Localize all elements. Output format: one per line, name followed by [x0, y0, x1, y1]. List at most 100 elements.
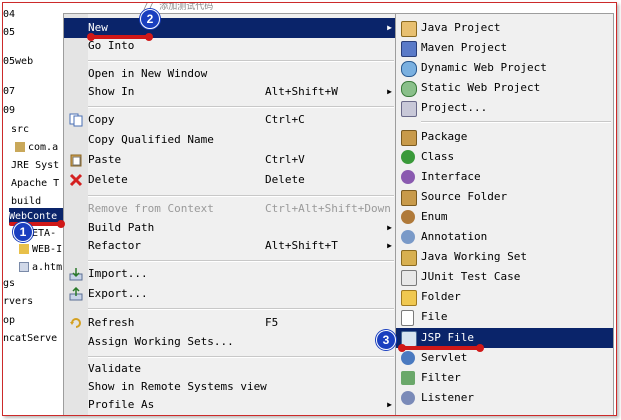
annotation-dot	[476, 344, 484, 352]
servlet-icon	[401, 351, 415, 365]
tree-item[interactable]: JRE Syst	[11, 157, 59, 174]
copy-icon	[69, 113, 83, 127]
export-icon	[69, 286, 83, 301]
source-folder-icon	[401, 190, 417, 206]
menu-separator	[421, 121, 611, 123]
menu-item-refactor[interactable]: Refactor Alt+Shift+T ▶	[64, 236, 396, 256]
submenu-item-interface[interactable]: Interface	[396, 167, 613, 187]
menu-item-copy-qualified-name[interactable]: Copy Qualified Name	[64, 130, 396, 150]
screenshot-frame: // 添加测试代码 04 05 05web 07 09 src com.a JR…	[2, 2, 617, 416]
annotation-dot	[145, 33, 153, 41]
html-file-icon	[19, 262, 29, 272]
menu-separator	[88, 308, 394, 310]
package-icon	[15, 142, 25, 152]
menu-item-validate[interactable]: Validate	[64, 359, 396, 379]
submenu-item-java-project[interactable]: Java Project	[396, 18, 613, 38]
maven-project-icon	[401, 41, 417, 57]
annotation-icon	[401, 230, 415, 244]
junit-icon	[401, 270, 417, 286]
submenu-item-file[interactable]: File	[396, 307, 613, 327]
tree-item[interactable]: Apache T	[11, 175, 59, 192]
submenu-arrow-icon: ▶	[387, 23, 392, 32]
submenu-item-listener[interactable]: Listener	[396, 388, 613, 408]
submenu-item-java-working-set[interactable]: Java Working Set	[396, 247, 613, 267]
paste-icon	[69, 153, 83, 167]
submenu-arrow-icon: ▶	[387, 223, 392, 232]
refresh-icon	[69, 316, 83, 330]
step-2-badge: 2	[140, 9, 160, 29]
class-icon	[401, 150, 415, 164]
menu-item-paste[interactable]: Paste Ctrl+V	[64, 150, 396, 170]
submenu-item-enum[interactable]: Enum	[396, 207, 613, 227]
submenu-item-filter[interactable]: Filter	[396, 368, 613, 388]
editor-text-fragment: // 添加测试代码	[143, 3, 214, 11]
package-icon	[401, 130, 417, 146]
submenu-item-jsp-file[interactable]: JSP File	[396, 328, 613, 348]
menu-item-build-path[interactable]: Build Path ▶	[64, 218, 396, 238]
menu-item-profile-as[interactable]: Profile As ▶	[64, 395, 396, 415]
menu-item-copy[interactable]: Copy Ctrl+C	[64, 110, 396, 130]
submenu-arrow-icon: ▶	[387, 241, 392, 250]
menu-separator	[88, 106, 394, 108]
menu-item-show-in[interactable]: Show In Alt+Shift+W ▶	[64, 82, 396, 102]
menu-item-open-in-new-window[interactable]: Open in New Window	[64, 64, 396, 84]
submenu-item-junit-test-case[interactable]: JUnit Test Case	[396, 267, 613, 287]
interface-icon	[401, 170, 415, 184]
new-submenu: Java Project Maven Project Dynamic Web P…	[395, 13, 614, 415]
tree-item[interactable]: 05	[3, 24, 15, 41]
tree-item[interactable]: rvers	[3, 293, 33, 310]
submenu-item-annotation[interactable]: Annotation	[396, 227, 613, 247]
folder-icon	[19, 244, 29, 254]
step-1-badge: 1	[13, 222, 33, 242]
tree-item[interactable]: a.htm	[19, 259, 62, 276]
enum-icon	[401, 210, 415, 224]
submenu-arrow-icon: ▶	[387, 87, 392, 96]
menu-item-show-in-remote-systems-view[interactable]: Show in Remote Systems view	[64, 377, 396, 397]
submenu-item-folder[interactable]: Folder	[396, 287, 613, 307]
menu-item-go-into[interactable]: Go Into	[64, 36, 396, 56]
menu-separator	[88, 260, 394, 262]
tree-item[interactable]: 09	[3, 102, 15, 119]
submenu-item-maven-project[interactable]: Maven Project	[396, 38, 613, 58]
working-set-icon	[401, 250, 417, 266]
menu-item-assign-working-sets[interactable]: Assign Working Sets...	[64, 332, 396, 352]
file-icon	[401, 310, 414, 326]
menu-item-refresh[interactable]: Refresh F5	[64, 313, 396, 333]
delete-icon	[69, 173, 83, 187]
tree-item[interactable]: com.a	[15, 139, 58, 156]
step-3-badge: 3	[376, 330, 396, 350]
submenu-item-package[interactable]: Package	[396, 127, 613, 147]
import-icon	[69, 267, 83, 281]
annotation-dot	[57, 220, 65, 228]
tree-item[interactable]: 07	[3, 83, 15, 100]
annotation-dot	[398, 344, 406, 352]
menu-item-export[interactable]: Export...	[64, 284, 396, 304]
static-web-project-icon	[401, 81, 417, 97]
dynamic-web-project-icon	[401, 61, 417, 77]
menu-separator	[88, 356, 394, 358]
tree-item[interactable]: 05web	[3, 53, 33, 70]
project-icon	[401, 101, 417, 117]
menu-item-delete[interactable]: Delete Delete	[64, 170, 396, 190]
menu-item-import[interactable]: Import...	[64, 264, 396, 284]
annotation-dot	[87, 33, 95, 41]
submenu-item-class[interactable]: Class	[396, 147, 613, 167]
tree-item[interactable]: src	[11, 121, 29, 138]
submenu-item-dynamic-web-project[interactable]: Dynamic Web Project	[396, 58, 613, 78]
tree-item[interactable]: ncatServe	[3, 330, 57, 347]
tree-item[interactable]: 04	[3, 6, 15, 23]
submenu-item-source-folder[interactable]: Source Folder	[396, 187, 613, 207]
java-project-icon	[401, 21, 417, 37]
submenu-item-servlet[interactable]: Servlet	[396, 348, 613, 368]
listener-icon	[401, 391, 415, 405]
menu-separator	[88, 195, 394, 197]
menu-separator	[88, 60, 394, 62]
submenu-item-project[interactable]: Project...	[396, 98, 613, 118]
tree-item[interactable]: WEB-I	[19, 241, 62, 258]
tree-item[interactable]: gs	[3, 275, 15, 292]
tree-item[interactable]: op	[3, 312, 15, 329]
submenu-arrow-icon: ▶	[387, 400, 392, 409]
submenu-item-static-web-project[interactable]: Static Web Project	[396, 78, 613, 98]
menu-item-remove-from-context[interactable]: Remove from Context Ctrl+Alt+Shift+Down	[64, 199, 396, 219]
annotation-underline	[401, 346, 483, 350]
